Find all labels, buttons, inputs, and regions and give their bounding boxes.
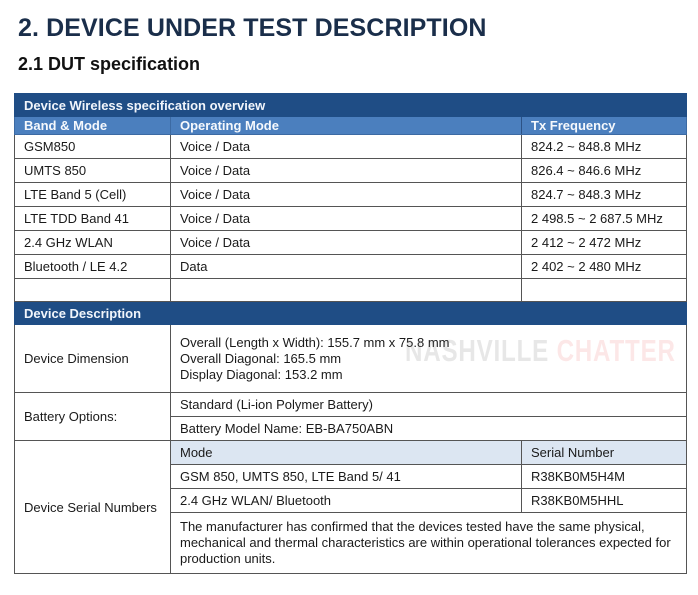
device-dimension-row: Device Dimension Overall (Length x Width… xyxy=(14,324,688,393)
serial-mode-cell: 2.4 GHz WLAN/ Bluetooth xyxy=(170,488,522,513)
table-row: LTE TDD Band 41 Voice / Data 2 498.5 ~ 2… xyxy=(14,206,688,231)
serial-header-row: Device Serial Numbers Mode Serial Number xyxy=(14,440,688,574)
device-dimension-values: Overall (Length x Width): 155.7 mm x 75.… xyxy=(169,324,688,393)
dut-spec-table: Device Wireless specification overview B… xyxy=(13,93,688,574)
description-section-header: Device Description xyxy=(13,301,688,325)
manufacturer-note: The manufacturer has confirmed that the … xyxy=(169,512,688,574)
description-section-title: Device Description xyxy=(13,301,688,325)
tx-frequency-cell: 2 402 ~ 2 480 MHz xyxy=(520,254,688,279)
operating-mode-cell: Voice / Data xyxy=(170,206,522,231)
wireless-section-title: Device Wireless specification overview xyxy=(13,93,688,117)
operating-mode-cell: Voice / Data xyxy=(170,182,522,207)
dut-spec-table-wrapper: Device Wireless specification overview B… xyxy=(13,93,688,574)
column-header-operating-mode: Operating Mode xyxy=(170,116,522,135)
band-cell: 2.4 GHz WLAN xyxy=(14,230,171,255)
table-row: LTE Band 5 (Cell) Voice / Data 824.7 ~ 8… xyxy=(14,182,688,207)
empty-table-row xyxy=(14,278,688,302)
serial-column-header-serial-number: Serial Number xyxy=(520,440,688,465)
band-cell: LTE Band 5 (Cell) xyxy=(14,182,171,207)
wireless-section-header: Device Wireless specification overview xyxy=(13,93,688,117)
serial-number-cell: R38KB0M5HHL xyxy=(520,488,688,513)
device-dimension-label: Device Dimension xyxy=(14,324,171,393)
tx-frequency-cell: 826.4 ~ 846.6 MHz xyxy=(520,158,688,183)
section-heading: 2. DEVICE UNDER TEST DESCRIPTION xyxy=(18,14,487,42)
battery-row: Battery Options: Standard (Li-ion Polyme… xyxy=(14,392,688,441)
wireless-column-header-row: Band & Mode Operating Mode Tx Frequency xyxy=(14,116,688,135)
display-diagonal: Display Diagonal: 153.2 mm xyxy=(180,366,343,382)
band-cell: UMTS 850 xyxy=(14,158,171,183)
column-header-tx-frequency: Tx Frequency xyxy=(520,116,688,135)
tx-frequency-cell: 2 412 ~ 2 472 MHz xyxy=(520,230,688,255)
table-row: UMTS 850 Voice / Data 826.4 ~ 846.6 MHz xyxy=(14,158,688,183)
band-cell: Bluetooth / LE 4.2 xyxy=(14,254,171,279)
overall-diagonal: Overall Diagonal: 165.5 mm xyxy=(180,350,342,366)
operating-mode-cell: Voice / Data xyxy=(170,230,522,255)
battery-options-label: Battery Options: xyxy=(14,392,171,441)
column-header-band-mode: Band & Mode xyxy=(14,116,171,135)
battery-type: Standard (Li-ion Polymer Battery) xyxy=(169,392,688,417)
subsection-heading: 2.1 DUT specification xyxy=(18,54,201,74)
device-serial-numbers-label: Device Serial Numbers xyxy=(14,440,171,574)
empty-cell xyxy=(14,278,171,302)
operating-mode-cell: Voice / Data xyxy=(170,158,522,183)
serial-mode-cell: GSM 850, UMTS 850, LTE Band 5/ 41 xyxy=(170,464,522,489)
empty-cell xyxy=(520,278,688,302)
tx-frequency-cell: 824.2 ~ 848.8 MHz xyxy=(520,134,688,159)
overall-length-width: Overall (Length x Width): 155.7 mm x 75.… xyxy=(180,334,450,350)
serial-column-header-mode: Mode xyxy=(170,440,522,465)
empty-cell xyxy=(170,278,522,302)
tx-frequency-cell: 2 498.5 ~ 2 687.5 MHz xyxy=(520,206,688,231)
band-cell: LTE TDD Band 41 xyxy=(14,206,171,231)
battery-model-name: Battery Model Name: EB-BA750ABN xyxy=(169,416,688,441)
operating-mode-cell: Data xyxy=(170,254,522,279)
operating-mode-cell: Voice / Data xyxy=(170,134,522,159)
table-row: GSM850 Voice / Data 824.2 ~ 848.8 MHz xyxy=(14,134,688,159)
table-row: 2.4 GHz WLAN Voice / Data 2 412 ~ 2 472 … xyxy=(14,230,688,255)
table-row: Bluetooth / LE 4.2 Data 2 402 ~ 2 480 MH… xyxy=(14,254,688,279)
band-cell: GSM850 xyxy=(14,134,171,159)
serial-number-cell: R38KB0M5H4M xyxy=(520,464,688,489)
tx-frequency-cell: 824.7 ~ 848.3 MHz xyxy=(520,182,688,207)
